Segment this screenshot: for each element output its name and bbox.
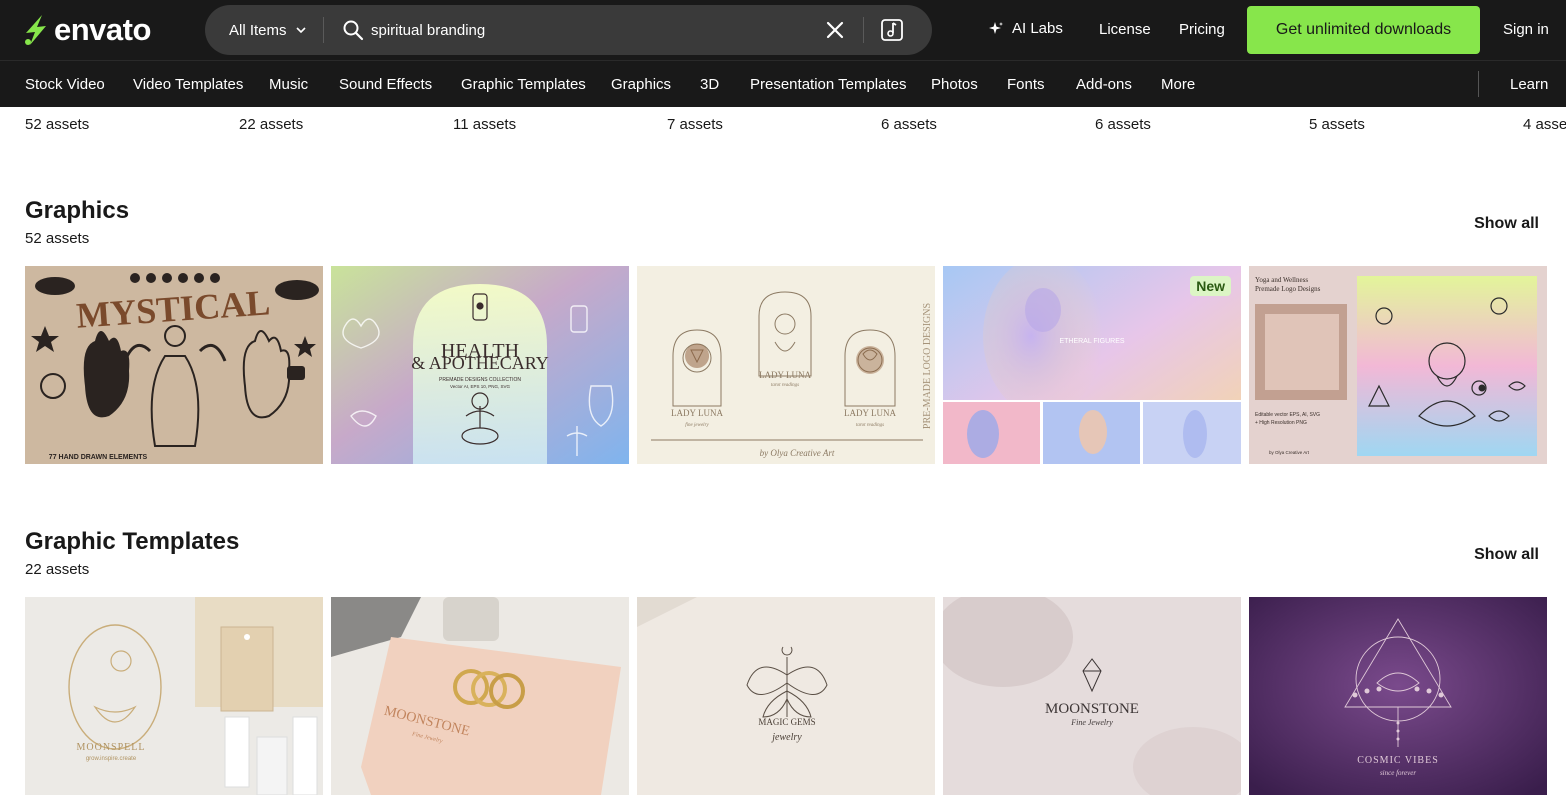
new-badge: New xyxy=(1190,276,1231,296)
tile-caption: 77 HAND DRAWN ELEMENTS xyxy=(49,454,148,461)
moonstone-box-mockup: MOONSTONE Fine Jewelry xyxy=(331,597,629,795)
tile-title: ETHERAL FIGURES xyxy=(1059,338,1124,345)
logo-text: envato xyxy=(54,12,151,47)
nav-presentation-templates[interactable]: Presentation Templates xyxy=(750,76,906,93)
tile-credit: by Olya Creative Art xyxy=(760,448,835,458)
tile-title: COSMIC VIBES xyxy=(1357,755,1439,766)
search-icon xyxy=(343,20,364,41)
graphics-tile-etheral-figures[interactable]: ETHERAL FIGURES New xyxy=(943,266,1241,464)
show-all-graphics-link[interactable]: Show all xyxy=(1474,215,1539,233)
license-link[interactable]: License xyxy=(1099,21,1151,38)
category-count: 52 assets xyxy=(25,116,90,133)
search-divider xyxy=(863,17,864,43)
nav-stock-video[interactable]: Stock Video xyxy=(25,76,105,93)
graphics-tile-mystical[interactable]: MYSTICAL 77 HAND DRAWN ELEMENTS xyxy=(25,266,323,464)
yoga-wellness-illustration: Yoga and Wellness Premade Logo Designs E… xyxy=(1249,266,1547,464)
nav-add-ons[interactable]: Add-ons xyxy=(1076,76,1132,93)
tile-credit: by Olya Creative Art xyxy=(1269,450,1310,455)
graphics-tile-health-apothecary[interactable]: HEALTH & APOTHECARY PREMADE DESIGNS COLL… xyxy=(331,266,629,464)
template-tile-moonspell[interactable]: MOONSPELL grow.inspire.create xyxy=(25,597,323,795)
tile-caption-line2: + High Resolution PNG xyxy=(1255,420,1307,426)
top-header: envato All Items AI Labs Lice xyxy=(0,0,1566,60)
tile-caption-right: tarot readings xyxy=(856,423,884,428)
category-count: 7 assets xyxy=(667,116,723,133)
section-count-graphics: 52 assets xyxy=(25,230,90,247)
ai-labs-label: AI Labs xyxy=(1012,20,1063,37)
tile-title-line2: Premade Logo Designs xyxy=(1255,285,1321,293)
graphics-tile-yoga-wellness[interactable]: Yoga and Wellness Premade Logo Designs E… xyxy=(1249,266,1547,464)
template-tile-moonstone-logo[interactable]: MOONSTONE Fine Jewelry xyxy=(943,597,1241,795)
nav-3d[interactable]: 3D xyxy=(700,76,719,93)
nav-sound-effects[interactable]: Sound Effects xyxy=(339,76,432,93)
graphics-tile-lady-luna[interactable]: LADY LUNA fine jewelry LADY LUNA tarot r… xyxy=(637,266,935,464)
tile-title: MOONSTONE xyxy=(1045,701,1139,717)
nav-video-templates[interactable]: Video Templates xyxy=(133,76,243,93)
pricing-link[interactable]: Pricing xyxy=(1179,21,1225,38)
nav-fonts[interactable]: Fonts xyxy=(1007,76,1045,93)
ai-labs-link[interactable]: AI Labs xyxy=(988,20,1063,37)
tile-caption: grow.inspire.create xyxy=(86,756,137,762)
category-counts-row: 52 assets 22 assets 11 assets 7 assets 6… xyxy=(0,116,1566,136)
section-title-graphics: Graphics xyxy=(25,197,130,224)
search-category-label: All Items xyxy=(229,21,287,39)
search-bar: All Items xyxy=(205,5,932,55)
nav-divider xyxy=(1478,71,1479,97)
template-tile-cosmic-vibes[interactable]: COSMIC VIBES since forever xyxy=(1249,597,1547,795)
tile-title: Yoga and Wellness xyxy=(1255,276,1308,284)
nav-music[interactable]: Music xyxy=(269,76,308,93)
search-divider xyxy=(323,17,324,43)
nav-learn[interactable]: Learn xyxy=(1510,76,1548,93)
category-count: 4 assets xyxy=(1523,116,1566,133)
section-title-graphic-templates: Graphic Templates xyxy=(25,528,240,555)
sparkle-icon xyxy=(989,21,1003,34)
close-icon[interactable] xyxy=(825,20,845,40)
category-count: 6 assets xyxy=(881,116,937,133)
template-tile-moonstone-box[interactable]: MOONSTONE Fine Jewelry xyxy=(331,597,629,795)
tile-caption: PREMADE DESIGNS COLLECTION xyxy=(439,377,521,383)
tile-caption: fine jewelry xyxy=(685,423,709,428)
mystical-illustration: MYSTICAL 77 HAND DRAWN ELEMENTS xyxy=(25,266,323,464)
tile-caption: since forever xyxy=(1380,769,1416,777)
moonstone-logo: MOONSTONE Fine Jewelry xyxy=(943,597,1241,795)
template-tile-magic-gems[interactable]: MAGIC GEMS jewelry xyxy=(637,597,935,795)
cosmic-vibes-logo: COSMIC VIBES since forever xyxy=(1249,597,1547,795)
tile-title: MOONSPELL xyxy=(76,742,145,753)
magic-gems-logo: MAGIC GEMS jewelry xyxy=(637,597,935,795)
tile-side-label: PRE-MADE LOGO DESIGNS xyxy=(922,303,933,429)
tile-title-center: LADY LUNA xyxy=(759,370,811,380)
lady-luna-logos-illustration: LADY LUNA fine jewelry LADY LUNA tarot r… xyxy=(637,266,935,464)
music-search-icon[interactable] xyxy=(879,17,905,43)
category-count: 6 assets xyxy=(1095,116,1151,133)
category-count: 5 assets xyxy=(1309,116,1365,133)
nav-graphics[interactable]: Graphics xyxy=(611,76,671,93)
chevron-down-icon xyxy=(295,27,306,34)
nav-more[interactable]: More xyxy=(1161,76,1195,93)
search-category-select[interactable]: All Items xyxy=(205,5,323,55)
tile-title-right: LADY LUNA xyxy=(844,408,896,418)
category-nav: Stock Video Video Templates Music Sound … xyxy=(0,60,1566,107)
tile-caption-line2: Vector AI, EPS 10, PNG, SVG xyxy=(450,384,511,389)
tile-caption-center: tarot readings xyxy=(771,383,799,388)
nav-graphic-templates[interactable]: Graphic Templates xyxy=(461,76,586,93)
section-count-graphic-templates: 22 assets xyxy=(25,561,90,578)
category-count: 11 assets xyxy=(453,116,517,133)
get-unlimited-downloads-button[interactable]: Get unlimited downloads xyxy=(1247,6,1480,54)
category-count: 22 assets xyxy=(239,116,304,133)
show-all-graphic-templates-link[interactable]: Show all xyxy=(1474,546,1539,564)
tile-caption: Editable vector EPS, AI, SVG xyxy=(1255,412,1320,418)
moonspell-mockup: MOONSPELL grow.inspire.create xyxy=(25,597,323,795)
apothecary-illustration: HEALTH & APOTHECARY PREMADE DESIGNS COLL… xyxy=(331,266,629,464)
sign-in-link[interactable]: Sign in xyxy=(1503,21,1549,38)
tile-caption: jewelry xyxy=(770,732,802,743)
tile-title: MAGIC GEMS xyxy=(758,717,815,727)
tile-title-line2: & APOTHECARY xyxy=(411,353,549,373)
envato-leaf-icon xyxy=(25,15,46,45)
tile-caption: Fine Jewelry xyxy=(1070,718,1113,727)
search-input[interactable] xyxy=(371,15,801,45)
envato-logo[interactable]: envato xyxy=(22,12,151,48)
tile-title: LADY LUNA xyxy=(671,408,723,418)
nav-photos[interactable]: Photos xyxy=(931,76,978,93)
